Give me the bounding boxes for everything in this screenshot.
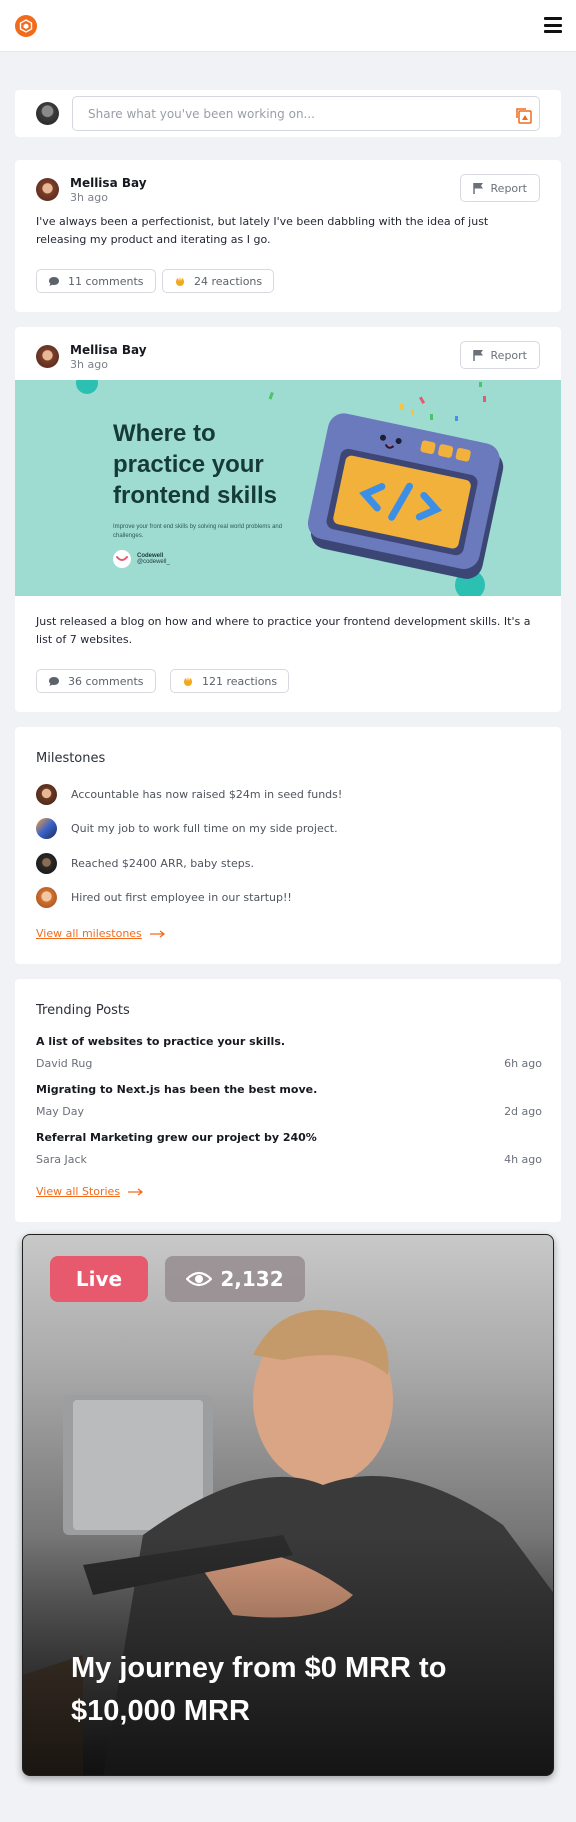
flag-icon (472, 183, 483, 194)
comments-button[interactable]: 11 comments (36, 269, 156, 293)
list-item[interactable]: Reached $2400 ARR, baby steps. (36, 852, 254, 874)
milestone-text: Accountable has now raised $24m in seed … (71, 787, 343, 801)
image-title: Where to practice your frontend skills (113, 420, 278, 509)
report-label: Report (490, 181, 527, 195)
report-label: Report (490, 348, 527, 362)
list-item[interactable]: Hired out first employee in our startup!… (36, 886, 292, 908)
avatar (36, 783, 57, 805)
post-time: 3h ago (70, 191, 108, 204)
trending-post-time: 4h ago (504, 1153, 542, 1166)
comment-bubble-icon (49, 276, 59, 286)
reactions-button[interactable]: 24 reactions (162, 269, 275, 293)
comments-count: 11 comments (68, 274, 144, 288)
list-item[interactable]: Accountable has now raised $24m in seed … (36, 783, 342, 805)
post-body: I've always been a perfectionist, but la… (36, 215, 489, 246)
reactions-count: 24 reactions (194, 274, 263, 288)
author-name[interactable]: Mellisa Bay (70, 343, 147, 357)
milestone-text: Reached $2400 ARR, baby steps. (71, 856, 254, 870)
avatar[interactable] (36, 178, 59, 201)
current-user-avatar[interactable] (36, 102, 59, 125)
app-logo-icon[interactable] (15, 15, 37, 37)
clap-icon (184, 677, 192, 686)
viewer-count-badge: 2,132 (165, 1256, 305, 1302)
post-body: Just released a blog on how and where to… (36, 615, 531, 646)
clap-icon (176, 277, 184, 286)
trending-posts-card: Trending Posts A list of websites to pra… (15, 979, 561, 1222)
comment-bubble-icon (49, 676, 59, 686)
list-item[interactable]: Quit my job to work full time on my side… (36, 817, 338, 839)
brand-handle: @codewell_ (137, 559, 170, 565)
image-brand: Codewell @codewell_ (113, 550, 170, 568)
avatar (36, 817, 57, 839)
reactions-button[interactable]: 121 reactions (170, 669, 290, 693)
image-subtitle: Improve your front end skills by solving… (113, 524, 283, 539)
hamburger-menu-icon[interactable] (544, 17, 562, 33)
post-time: 3h ago (70, 358, 108, 371)
post-image[interactable]: Where to practice your frontend skills I… (15, 380, 561, 596)
post-card: Mellisa Bay 3h ago Report I've always be… (15, 160, 561, 312)
comments-button[interactable]: 36 comments (36, 669, 156, 693)
live-stream-card[interactable]: Live 2,132 My journey from $0 MRR to $10… (22, 1234, 554, 1776)
flag-icon (472, 350, 483, 361)
eye-icon (186, 1271, 213, 1287)
arrow-right-icon (128, 1187, 144, 1196)
trending-post-title[interactable]: Migrating to Next.js has been the best m… (36, 1083, 317, 1096)
trending-post-author[interactable]: May Day (36, 1105, 84, 1118)
report-button[interactable]: Report (459, 341, 540, 369)
reactions-count: 121 reactions (202, 674, 278, 688)
section-title: Milestones (36, 751, 106, 766)
view-all-milestones-link[interactable]: View all milestones (36, 927, 166, 940)
report-button[interactable]: Report (459, 174, 540, 202)
post-card: Mellisa Bay 3h ago Report Where to pract… (15, 327, 561, 712)
illustration-decor (76, 380, 504, 596)
avatar[interactable] (36, 345, 59, 368)
add-image-icon[interactable] (515, 107, 533, 124)
milestone-text: Hired out first employee in our startup!… (71, 890, 292, 904)
milestones-card: Milestones Accountable has now raised $2… (15, 727, 561, 964)
trending-post-time: 2d ago (504, 1105, 542, 1118)
trending-post-author[interactable]: Sara Jack (36, 1153, 87, 1166)
post-composer (15, 90, 561, 137)
live-badge: Live (50, 1256, 148, 1302)
section-title: Trending Posts (36, 1003, 130, 1018)
view-all-stories-link[interactable]: View all Stories (36, 1185, 144, 1198)
trending-post-title[interactable]: Referral Marketing grew our project by 2… (36, 1131, 317, 1144)
top-navbar (0, 0, 576, 52)
author-name[interactable]: Mellisa Bay (70, 176, 147, 190)
share-input[interactable] (72, 96, 540, 131)
viewer-count: 2,132 (220, 1267, 284, 1291)
milestone-text: Quit my job to work full time on my side… (71, 821, 338, 835)
live-stream-title: My journey from $0 MRR to $10,000 MRR (71, 1652, 447, 1727)
avatar (36, 852, 57, 874)
codewell-logo-icon (113, 550, 131, 568)
arrow-right-icon (149, 929, 165, 938)
comments-count: 36 comments (68, 674, 144, 688)
avatar (36, 886, 57, 908)
trending-post-author[interactable]: David Rug (36, 1057, 92, 1070)
trending-post-title[interactable]: A list of websites to practice your skil… (36, 1035, 285, 1048)
trending-post-time: 6h ago (504, 1057, 542, 1070)
